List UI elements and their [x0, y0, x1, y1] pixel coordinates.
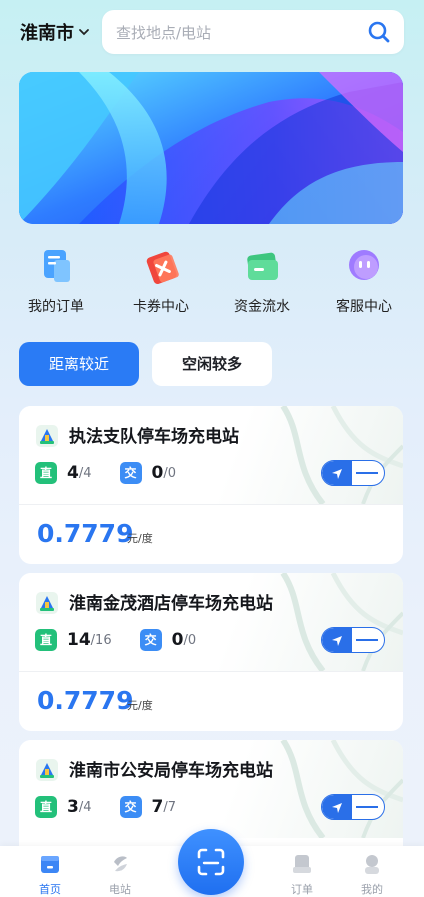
city-selector[interactable]: 淮南市: [20, 19, 90, 45]
station-name: 执法支队停车场充电站: [69, 427, 239, 447]
map-background: [280, 573, 403, 671]
banner-artwork: [19, 72, 403, 224]
quick-action-label: 我的订单: [28, 299, 84, 315]
station-logo-icon: [36, 592, 58, 614]
dc-badge: 直: [35, 462, 57, 484]
coupon-icon: [146, 251, 179, 285]
scan-button[interactable]: [178, 829, 244, 895]
quick-action-label: 客服中心: [336, 299, 392, 315]
navigate-button[interactable]: [321, 627, 385, 653]
station-logo-icon: [36, 759, 58, 781]
scan-icon: [197, 848, 225, 876]
sort-tabs: 距离较近 空闲较多: [0, 342, 424, 388]
dc-total-count: /4: [78, 799, 92, 815]
search-placeholder: 查找地点/电站: [116, 24, 212, 42]
search-input[interactable]: 查找地点/电站: [102, 10, 404, 54]
header: 淮南市 查找地点/电站: [0, 10, 424, 54]
ac-free-count: 0: [151, 463, 164, 483]
quick-action-funds[interactable]: 资金流水: [217, 246, 307, 316]
ac-badge: 交: [139, 629, 162, 651]
tab-label: 首页: [39, 883, 61, 896]
station-icon: [114, 856, 127, 872]
station-logo-icon: [36, 425, 58, 447]
charger-counts: 直 3/4 交 7/7: [35, 796, 176, 818]
map-background: [280, 740, 403, 838]
quick-action-coupons[interactable]: 卡券中心: [116, 246, 206, 316]
home-icon: [41, 856, 59, 873]
ac-total-count: /0: [183, 632, 197, 648]
tab-most-available[interactable]: 空闲较多: [152, 342, 272, 386]
navigation-arrow-icon: [332, 636, 342, 646]
navigation-arrow-icon: [332, 803, 342, 813]
ac-free-count: 0: [171, 630, 184, 650]
tab-home[interactable]: 首页: [20, 852, 80, 897]
quick-action-label: 卡券中心: [133, 299, 189, 315]
city-label: 淮南市: [20, 23, 74, 44]
map-background: [280, 406, 403, 504]
ac-total-count: /7: [163, 799, 176, 815]
navigation-arrow-icon: [332, 469, 342, 479]
ac-badge: 交: [119, 796, 142, 818]
tab-stations[interactable]: 电站: [90, 852, 150, 897]
dc-free-count: 4: [67, 463, 79, 483]
tab-label: 订单: [291, 883, 313, 896]
ac-total-count: /0: [163, 465, 176, 481]
station-name: 淮南金茂酒店停车场充电站: [69, 594, 273, 614]
service-chat-icon: [349, 250, 379, 280]
ac-badge: 交: [119, 462, 142, 484]
quick-action-service[interactable]: 客服中心: [319, 246, 409, 316]
quick-action-label: 资金流水: [234, 299, 290, 315]
dc-total-count: /4: [78, 465, 92, 481]
navigate-button[interactable]: [321, 460, 385, 486]
tab-label: 电站: [109, 883, 131, 896]
wallet-icon: [247, 252, 278, 280]
navigate-button[interactable]: [321, 794, 385, 820]
order-icon: [293, 855, 311, 873]
search-icon[interactable]: [366, 19, 392, 45]
charger-counts: 直 4/4 交 0/0: [35, 462, 176, 484]
ac-free-count: 7: [151, 797, 164, 817]
dc-badge: 直: [35, 629, 57, 651]
charger-counts: 直 14/16 交 0/0: [35, 629, 196, 651]
profile-icon: [365, 855, 379, 874]
tab-label: 我的: [361, 883, 383, 896]
station-name: 淮南市公安局停车场充电站: [69, 761, 273, 781]
station-card[interactable]: 执法支队停车场充电站 直 4/4 交 0/0 0.7779 元/度: [19, 406, 403, 564]
quick-action-orders[interactable]: 我的订单: [11, 246, 101, 316]
price-unit: 元/度: [127, 699, 153, 712]
dc-badge: 直: [35, 796, 57, 818]
chevron-down-icon: [79, 29, 89, 36]
tab-orders[interactable]: 订单: [272, 852, 332, 897]
price-value: 0.7779: [37, 686, 134, 715]
promo-banner[interactable]: [19, 72, 403, 224]
quick-actions: 我的订单 卡券中心 资金流水 客服中心: [0, 246, 424, 316]
orders-icon: [44, 250, 70, 282]
dc-total-count: /16: [90, 632, 112, 648]
dc-free-count: 3: [67, 797, 79, 817]
price-value: 0.7779: [37, 519, 134, 548]
tab-nearest[interactable]: 距离较近: [19, 342, 139, 386]
price-unit: 元/度: [127, 532, 153, 545]
dc-free-count: 14: [67, 630, 91, 650]
tab-profile[interactable]: 我的: [342, 852, 402, 897]
station-card[interactable]: 淮南金茂酒店停车场充电站 直 14/16 交 0/0 0.7779 元/度: [19, 573, 403, 731]
